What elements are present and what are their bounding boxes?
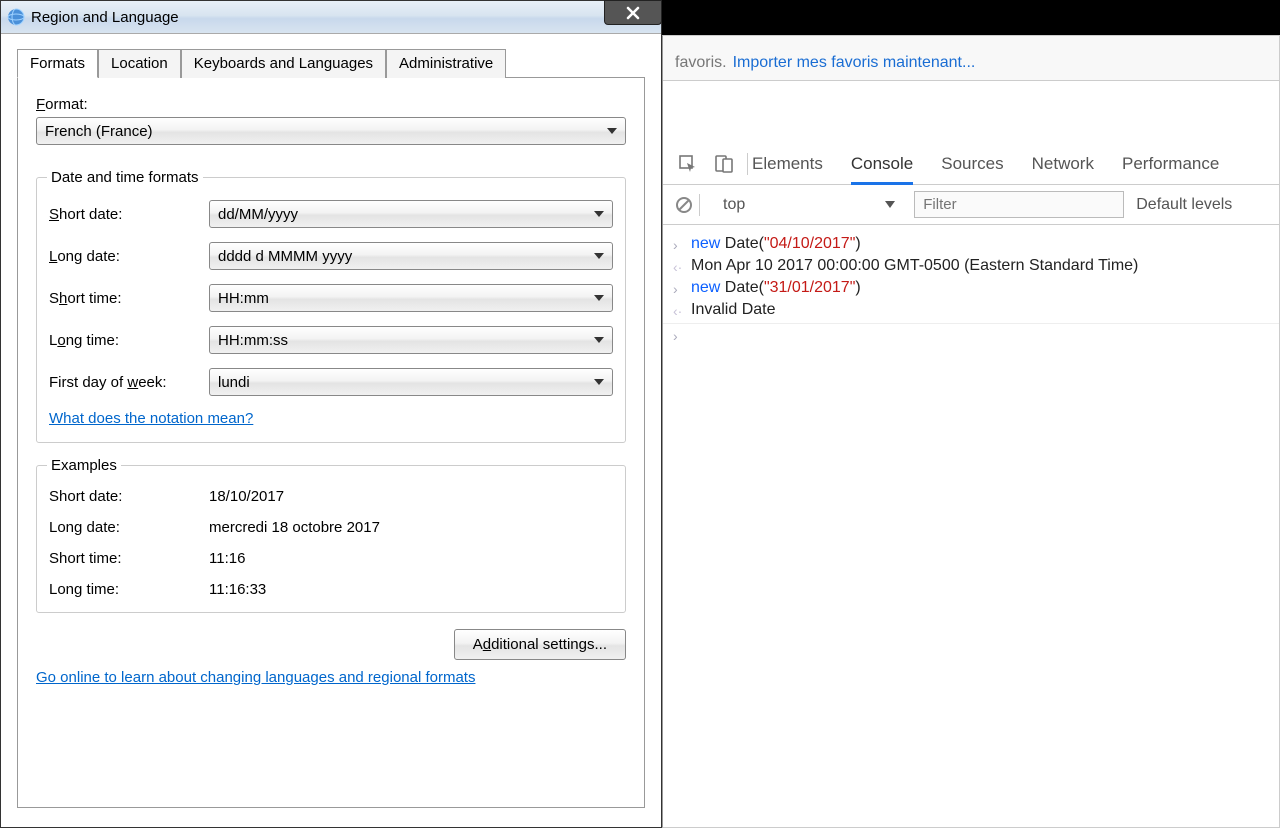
t: ) [855, 235, 860, 252]
devtools-tab-network[interactable]: Network [1032, 154, 1094, 174]
tab-keyboards[interactable]: Keyboards and Languages [181, 49, 386, 78]
t: ) [855, 279, 860, 296]
ex-long-date-value: mercredi 18 octobre 2017 [209, 519, 380, 536]
ex-short-time-value: 11:16 [209, 550, 245, 567]
devtools-tab-sources[interactable]: Sources [941, 154, 1003, 174]
kw: new [691, 279, 720, 296]
tab-location[interactable]: Location [98, 49, 181, 78]
first-day-label: First day of week: [49, 374, 209, 391]
short-time-dropdown[interactable]: HH:mm [209, 284, 613, 312]
chevron-down-icon [885, 201, 895, 208]
import-favorites-link[interactable]: Importer mes favoris maintenant... [733, 54, 976, 72]
clear-console-icon[interactable] [675, 196, 693, 214]
kw: new [691, 235, 720, 252]
short-time-label: Short time: [49, 290, 209, 307]
output-chevron-icon: ‹· [673, 301, 691, 319]
value: lundi [218, 374, 250, 391]
result: Mon Apr 10 2017 00:00:00 GMT-0500 (Easte… [691, 257, 1138, 275]
filter-input[interactable] [914, 191, 1124, 218]
value: HH:mm [218, 290, 269, 307]
region-language-window: Region and Language Formats Location Key… [0, 0, 662, 828]
value: HH:mm:ss [218, 332, 288, 349]
chevron-down-icon [594, 337, 604, 343]
devtools-tab-console[interactable]: Console [851, 154, 913, 174]
console-output: › new Date("04/10/2017") ‹· Mon Apr 10 2… [663, 225, 1279, 354]
value: dddd d MMMM yyyy [218, 248, 352, 265]
tab-admin[interactable]: Administrative [386, 49, 506, 78]
date-time-formats-group: Date and time formats Short date: dd/MM/… [36, 169, 626, 443]
console-toolbar: top Default levels [663, 185, 1279, 225]
go-online-link[interactable]: Go online to learn about changing langua… [36, 669, 475, 686]
tab-formats[interactable]: Formats [17, 49, 98, 78]
console-line[interactable]: ‹· Mon Apr 10 2017 00:00:00 GMT-0500 (Ea… [663, 255, 1279, 277]
ex-short-time-label: Short time: [49, 550, 209, 567]
long-date-dropdown[interactable]: dddd d MMMM yyyy [209, 242, 613, 270]
inspect-icon[interactable] [679, 155, 697, 173]
chevron-down-icon [594, 211, 604, 217]
notation-link[interactable]: What does the notation mean? [49, 410, 253, 427]
devtools-tab-performance[interactable]: Performance [1122, 154, 1219, 174]
close-button[interactable] [604, 0, 662, 25]
result: Invalid Date [691, 301, 776, 319]
short-date-label: Short date: [49, 206, 209, 223]
dialog-titlebar[interactable]: Region and Language [1, 1, 661, 34]
long-time-label: Long time: [49, 332, 209, 349]
chevron-down-icon [594, 379, 604, 385]
str: "04/10/2017" [764, 235, 855, 252]
device-toggle-icon[interactable] [715, 155, 733, 173]
value: dd/MM/yyyy [218, 206, 298, 223]
format-label: Format: [36, 96, 626, 113]
short-date-dropdown[interactable]: dd/MM/yyyy [209, 200, 613, 228]
tab-panel-formats: Format: French (France) Date and time fo… [17, 78, 645, 808]
ex-long-time-label: Long time: [49, 581, 209, 598]
console-line[interactable]: › new Date("31/01/2017") [663, 277, 1279, 299]
output-chevron-icon: ‹· [673, 257, 691, 275]
devtools-tab-elements[interactable]: Elements [752, 154, 823, 174]
examples-group: Examples Short date:18/10/2017 Long date… [36, 457, 626, 613]
first-day-dropdown[interactable]: lundi [209, 368, 613, 396]
bookmark-bar: favoris. Importer mes favoris maintenant… [663, 36, 1279, 81]
console-prompt[interactable]: › [663, 324, 1279, 346]
ex-long-time-value: 11:16:33 [209, 581, 266, 598]
log-levels-dropdown[interactable]: Default levels [1136, 196, 1232, 214]
browser-window: favoris. Importer mes favoris maintenant… [662, 35, 1280, 828]
additional-settings-button[interactable]: Additional settings... [454, 629, 626, 660]
str: "31/01/2017" [764, 279, 855, 296]
bookmark-text: favoris. [675, 54, 727, 72]
ex-long-date-label: Long date: [49, 519, 209, 536]
console-line[interactable]: ‹· Invalid Date [663, 299, 1279, 324]
t: Date( [720, 279, 764, 296]
console-line[interactable]: › new Date("04/10/2017") [663, 233, 1279, 255]
dialog-title: Region and Language [31, 9, 179, 26]
globe-icon [7, 8, 25, 26]
fieldset-legend: Date and time formats [47, 169, 203, 186]
value: top [723, 196, 745, 214]
format-value: French (France) [45, 123, 153, 140]
prompt-chevron-icon: › [673, 326, 691, 344]
close-icon [626, 6, 640, 20]
ex-short-date-value: 18/10/2017 [209, 488, 284, 505]
ex-short-date-label: Short date: [49, 488, 209, 505]
t: Date( [720, 235, 764, 252]
format-dropdown[interactable]: French (France) [36, 117, 626, 145]
input-chevron-icon: › [673, 235, 691, 253]
devtools-tabbar: Elements Console Sources Network Perform… [663, 143, 1279, 185]
context-dropdown[interactable]: top [716, 193, 902, 217]
input-chevron-icon: › [673, 279, 691, 297]
long-date-label: Long date: [49, 248, 209, 265]
chevron-down-icon [594, 253, 604, 259]
tab-strip: Formats Location Keyboards and Languages… [17, 48, 645, 78]
chevron-down-icon [594, 295, 604, 301]
chevron-down-icon [607, 128, 617, 134]
long-time-dropdown[interactable]: HH:mm:ss [209, 326, 613, 354]
examples-legend: Examples [47, 457, 121, 474]
